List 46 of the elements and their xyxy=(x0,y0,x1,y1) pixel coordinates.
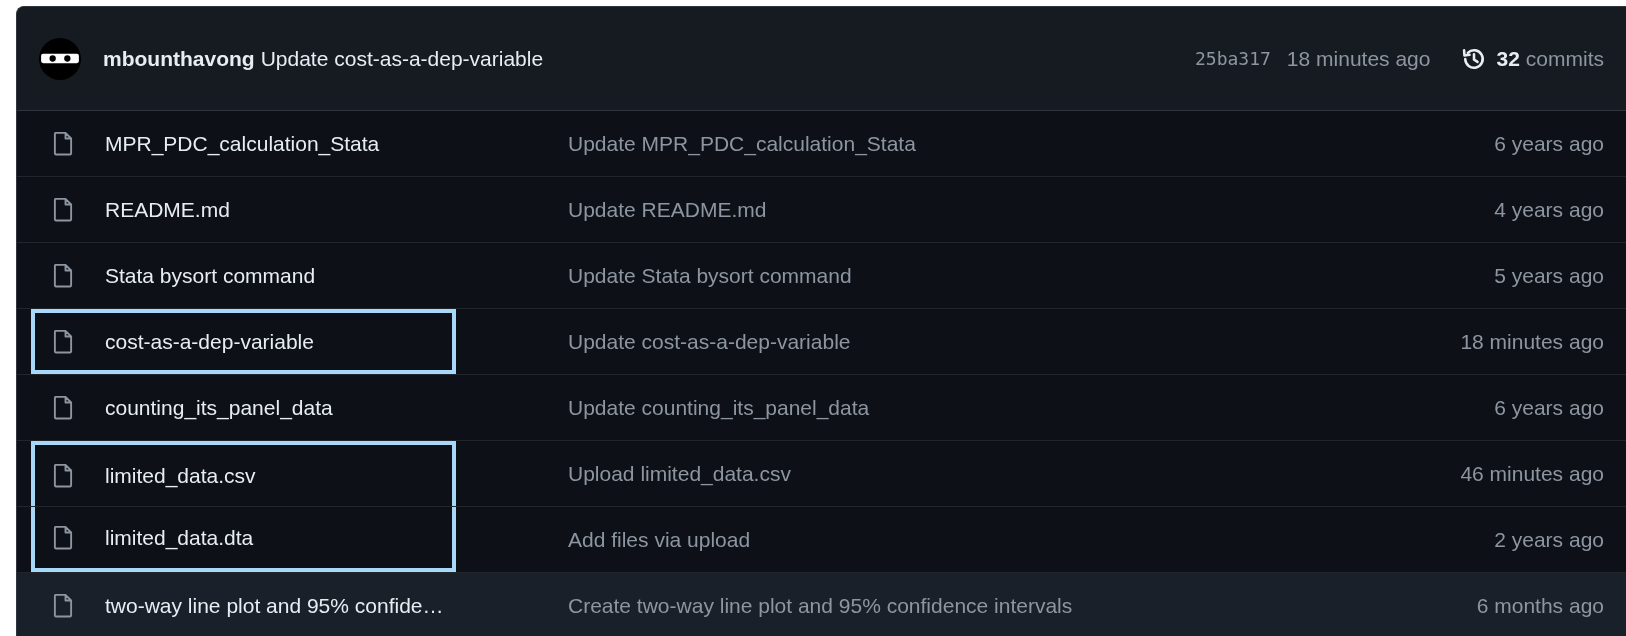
file-name-link[interactable]: limited_data.dta xyxy=(105,525,254,550)
file-name-link[interactable]: counting_its_panel_data xyxy=(105,395,333,420)
commits-label[interactable]: commits xyxy=(1525,46,1604,71)
file-icon xyxy=(53,395,73,420)
file-name-link[interactable]: two-way line plot and 95% confide… xyxy=(105,593,444,618)
commit-message-link[interactable]: Update counting_its_panel_data xyxy=(568,395,870,420)
file-row[interactable]: MPR_PDC_calculation_Stata Update MPR_PDC_calculation_Stata 6 years ago xyxy=(17,111,1626,177)
commit-author[interactable]: mbounthavong xyxy=(103,46,255,71)
file-name-link[interactable]: MPR_PDC_calculation_Stata xyxy=(105,131,380,156)
commit-message[interactable]: Update cost-as-a-dep-variable xyxy=(260,46,544,71)
file-name-link[interactable]: Stata bysort command xyxy=(105,263,316,288)
file-age: 18 minutes ago xyxy=(1460,329,1604,354)
file-age: 6 months ago xyxy=(1476,593,1604,618)
file-age: 2 years ago xyxy=(1494,527,1604,552)
commit-message-link[interactable]: Update MPR_PDC_calculation_Stata xyxy=(568,131,916,156)
file-icon xyxy=(53,263,73,288)
commit-sha[interactable]: 25ba317 xyxy=(1195,48,1271,69)
file-row[interactable]: two-way line plot and 95% confide… Create two-way line plot and 95% confidence intervals 6 months ago xyxy=(17,573,1626,636)
commit-message-link[interactable]: Add files via upload xyxy=(568,527,751,552)
commit-message-link[interactable]: Update README.md xyxy=(568,197,767,222)
file-row[interactable]: Stata bysort command Update Stata bysort command 5 years ago xyxy=(17,243,1626,309)
commit-count[interactable]: 32 xyxy=(1496,46,1520,71)
avatar-icon xyxy=(39,37,81,80)
file-name-link[interactable]: limited_data.csv xyxy=(105,463,256,488)
commit-age: 18 minutes ago xyxy=(1286,46,1431,71)
file-icon xyxy=(53,197,73,222)
file-age: 6 years ago xyxy=(1494,395,1604,420)
commit-message-link[interactable]: Update Stata bysort command xyxy=(568,263,852,288)
file-row[interactable]: counting_its_panel_data Update counting_its_panel_data 6 years ago xyxy=(17,375,1626,441)
file-row[interactable]: cost-as-a-dep-variable Update cost-as-a-dep-variable 18 minutes ago xyxy=(17,309,1626,375)
file-age: 46 minutes ago xyxy=(1460,461,1604,486)
file-age: 5 years ago xyxy=(1494,263,1604,288)
file-icon xyxy=(53,525,73,550)
file-icon xyxy=(53,131,73,156)
file-age: 6 years ago xyxy=(1494,131,1604,156)
file-row[interactable]: limited_data.csv Upload limited_data.csv 46 minutes ago xyxy=(17,441,1626,507)
file-icon xyxy=(53,593,73,618)
commit-message-link[interactable]: Update cost-as-a-dep-variable xyxy=(568,329,851,354)
file-icon xyxy=(53,463,73,488)
commit-message-link[interactable]: Create two-way line plot and 95% confidence intervals xyxy=(568,593,1073,618)
file-row[interactable]: README.md Update README.md 4 years ago xyxy=(17,177,1626,243)
file-age: 4 years ago xyxy=(1494,197,1604,222)
file-name-link[interactable]: README.md xyxy=(105,197,230,222)
file-name-link[interactable]: cost-as-a-dep-variable xyxy=(105,329,314,354)
commit-message-link[interactable]: Upload limited_data.csv xyxy=(568,461,791,486)
file-icon xyxy=(53,329,73,354)
